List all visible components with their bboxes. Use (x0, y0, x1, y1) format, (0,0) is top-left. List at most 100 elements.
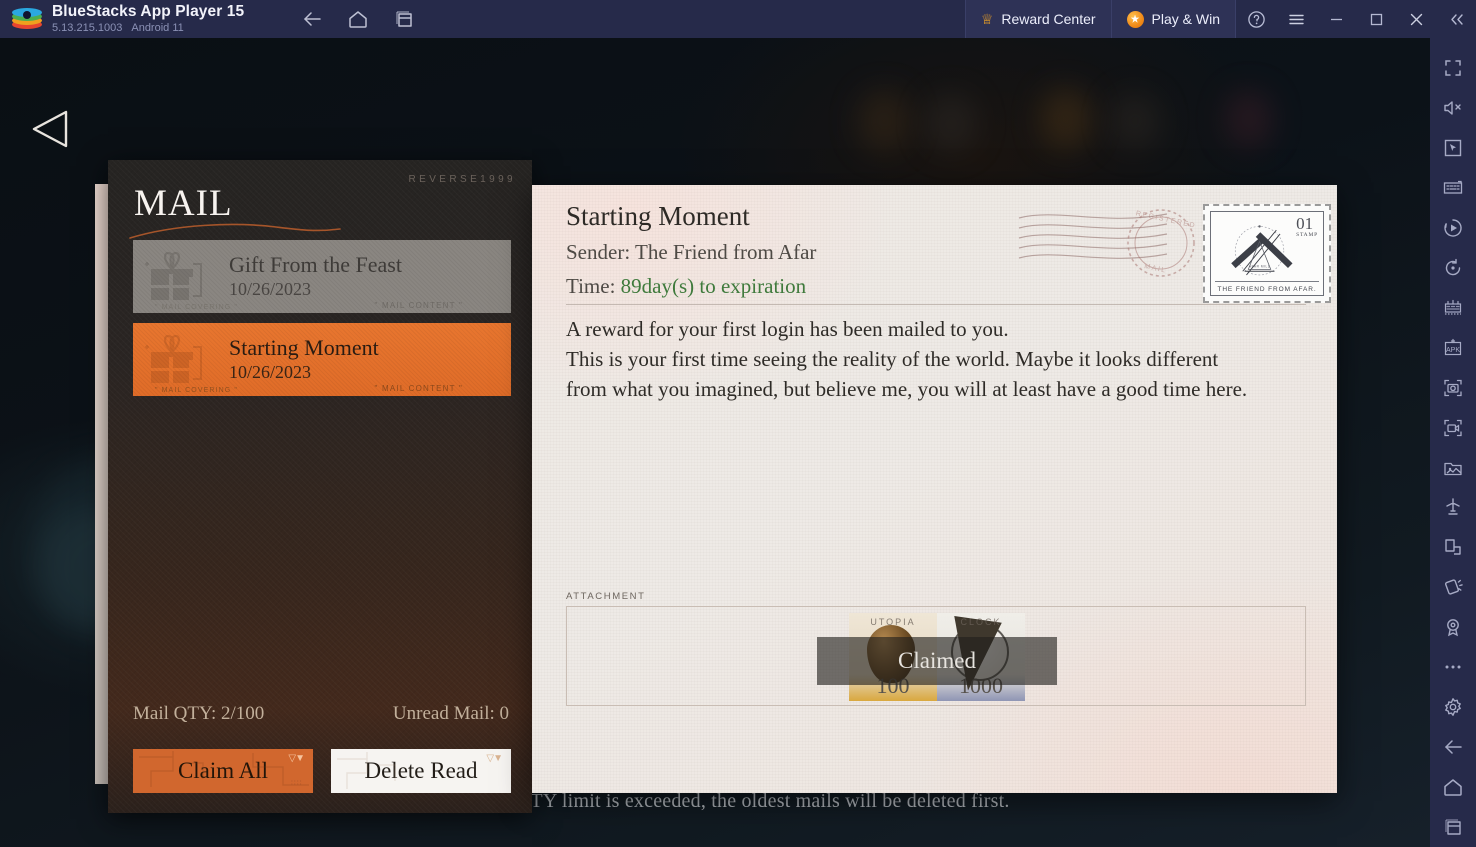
chevron-down-icon: ▽▼ (486, 753, 503, 764)
button-dots-decor: ∷∷ (291, 779, 303, 788)
claimed-status-badge: Claimed (817, 637, 1057, 685)
sender-label: Sender: (566, 240, 631, 265)
shake-button[interactable] (1433, 567, 1473, 607)
delete-read-button[interactable]: Delete Read ▽▼ (331, 749, 511, 793)
mail-item-subject: Gift From the Feast (229, 251, 402, 277)
attachment-item-overlay-text: CLOCK (960, 617, 1002, 627)
mail-item-texts: Gift From the Feast 10/26/2023 (229, 252, 402, 302)
home-button[interactable] (344, 5, 372, 33)
bluestacks-sidebar: APK (1430, 38, 1476, 847)
settings-button[interactable] (1433, 687, 1473, 727)
mail-item-date: 10/26/2023 (229, 361, 312, 382)
attachment-box: UTOPIA 100 CLOCK 1000 Claimed (566, 606, 1306, 706)
letter-body-line: from what you imagined, but believe me, … (566, 377, 1248, 402)
more-button[interactable] (1433, 647, 1473, 687)
bg-blur-portrait (858, 90, 910, 152)
bg-blur-portrait (1110, 93, 1160, 149)
stamp-sub-label: STAMP (1296, 232, 1318, 238)
mail-panel: REVERSE1999 MAIL Gift From the Feast 10/… (108, 160, 532, 813)
letter-content-panel: REGISTERED MAIL AFAR MILL 01 STAMP THE F… (532, 185, 1337, 793)
keyboard-controls-button[interactable] (1433, 168, 1473, 208)
media-manager-button[interactable] (1433, 448, 1473, 488)
title-underline-flourish (129, 223, 341, 239)
screenshot-button[interactable] (1433, 368, 1473, 408)
crown-icon: ♕ (980, 11, 994, 27)
svg-text:REGISTERED: REGISTERED (1135, 210, 1197, 230)
svg-text:MAIL: MAIL (1144, 263, 1168, 275)
game-viewport: REVERSE1999 MAIL Gift From the Feast 10/… (0, 38, 1430, 847)
attachment-label: ATTACHMENT (566, 591, 646, 602)
app-subtitle: 5.13.215.1003 Android 11 (52, 21, 244, 35)
mail-item-texts: Starting Moment 10/26/2023 (229, 335, 379, 385)
mail-item-date: 10/26/2023 (229, 278, 312, 299)
mail-qty-label: Mail QTY: 2/100 (133, 703, 265, 724)
back-button[interactable] (298, 5, 326, 33)
letter-paper-edge (95, 184, 109, 784)
time-value: 89day(s) to expiration (620, 273, 807, 298)
location-button[interactable] (1433, 607, 1473, 647)
letter-header: Starting Moment Sender: The Friend from … (566, 198, 816, 303)
mail-item-tag-left: " MAIL COVERING " (155, 387, 238, 394)
fullscreen-button[interactable] (1433, 48, 1473, 88)
reward-center-label: Reward Center (1001, 11, 1096, 27)
gift-icon (145, 251, 202, 300)
time-label: Time: (566, 273, 616, 298)
mail-item-tag-right: " MAIL CONTENT " (374, 301, 463, 310)
claim-all-button[interactable]: Claim All ▽▼ ∷∷ (133, 749, 313, 793)
mail-item-tag-right: " MAIL CONTENT " (374, 384, 463, 393)
letter-title: Starting Moment (566, 201, 750, 231)
help-button[interactable] (1236, 0, 1276, 38)
macro-recorder-button[interactable] (1433, 208, 1473, 248)
bg-blur-portrait (925, 94, 977, 152)
unread-mail-label: Unread Mail: 0 (392, 703, 509, 724)
multi-instance-button[interactable] (390, 5, 418, 33)
play-and-win-button[interactable]: Play & Win (1110, 0, 1236, 38)
collapse-sidebar-button[interactable] (1436, 0, 1476, 38)
install-apk-button[interactable]: APK (1433, 328, 1473, 368)
mail-list-item-starting-moment[interactable]: Starting Moment 10/26/2023 " MAIL COVERI… (133, 323, 511, 396)
letter-body-line: This is your first time seeing the reali… (566, 347, 1219, 372)
page-title: MAIL (134, 183, 233, 224)
reward-center-button[interactable]: ♕ Reward Center (964, 0, 1111, 38)
titlebar-nav-buttons (298, 5, 418, 33)
menu-button[interactable] (1276, 0, 1316, 38)
attachment-item-overlay-text: UTOPIA (870, 617, 916, 627)
play-win-label: Play & Win (1151, 11, 1220, 27)
app-title-block: BlueStacks App Player 15 5.13.215.1003 An… (52, 2, 245, 35)
home-nav-button[interactable] (1433, 767, 1473, 807)
button-decor-lines (139, 751, 309, 787)
postage-stamp: AFAR MILL 01 STAMP THE FRIEND FROM AFAR. (1203, 204, 1331, 303)
eco-mode-button[interactable] (1433, 487, 1473, 527)
record-screen-button[interactable] (1433, 408, 1473, 448)
mail-item-tag-left: " MAIL COVERING " (155, 304, 238, 311)
mail-action-buttons: Claim All ▽▼ ∷∷ Delete Read ▽▼ (133, 749, 511, 793)
chevron-down-icon: ▽▼ (288, 753, 305, 764)
back-nav-button[interactable] (1433, 727, 1473, 767)
svg-text:AFAR MILL: AFAR MILL (1249, 265, 1270, 269)
close-button[interactable] (1396, 0, 1436, 38)
android-version: Android 11 (131, 21, 184, 34)
letter-body: A reward for your first login has been m… (566, 314, 1316, 404)
bg-blur-portrait (1225, 90, 1273, 148)
mute-button[interactable] (1433, 88, 1473, 128)
recents-nav-button[interactable] (1433, 807, 1473, 847)
maximize-button[interactable] (1356, 0, 1396, 38)
star-badge-icon (1126, 10, 1144, 28)
multi-instance-manager-button[interactable] (1433, 288, 1473, 328)
mail-list: Gift From the Feast 10/26/2023 " MAIL CO… (133, 240, 511, 406)
app-title: BlueStacks App Player 15 (52, 2, 245, 20)
game-controls-button[interactable] (1433, 128, 1473, 168)
letter-time: Time: 89day(s) to expiration (566, 270, 816, 303)
minimize-button[interactable] (1316, 0, 1356, 38)
bluestacks-titlebar: BlueStacks App Player 15 5.13.215.1003 An… (0, 0, 1476, 38)
app-version: 5.13.215.1003 (52, 21, 123, 34)
mail-stats: Mail QTY: 2/100 Unread Mail: 0 (133, 703, 509, 725)
bg-blur-portrait (1040, 88, 1092, 150)
game-brandmark: REVERSE1999 (408, 174, 516, 185)
letter-body-line: A reward for your first login has been m… (566, 317, 1009, 341)
rotate-button[interactable] (1433, 248, 1473, 288)
trim-memory-button[interactable] (1433, 527, 1473, 567)
bluestacks-logo-icon (12, 8, 42, 30)
back-arrow-button[interactable] (28, 106, 74, 152)
mail-list-item-gift-from-the-feast[interactable]: Gift From the Feast 10/26/2023 " MAIL CO… (133, 240, 511, 313)
